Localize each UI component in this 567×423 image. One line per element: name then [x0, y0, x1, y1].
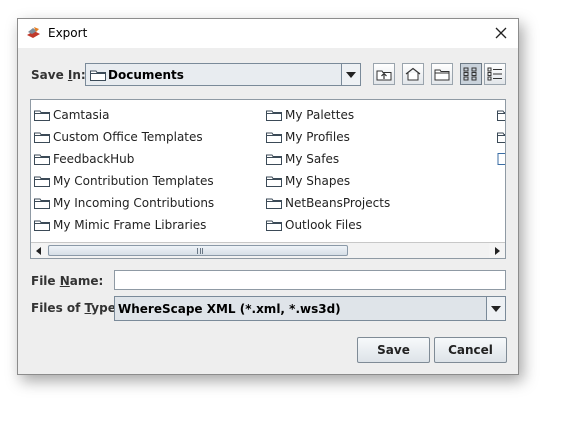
new-folder-button[interactable] [431, 63, 453, 85]
list-item-label: My Palettes [285, 108, 355, 122]
folder-icon [497, 132, 505, 143]
file-column-1: Camtasia Custom Office Templates Feedbac… [33, 104, 214, 236]
list-item-label: My Mimic Frame Libraries [53, 218, 207, 232]
home-icon [405, 67, 421, 81]
list-item[interactable]: My Palettes [265, 104, 390, 126]
java-app-icon [27, 27, 40, 38]
export-dialog: Export Save In: Documents Camtasia Custo… [17, 18, 519, 375]
scrollbar-thumb[interactable] [48, 245, 348, 256]
folder-icon [266, 198, 282, 209]
list-item[interactable]: Camtasia [33, 104, 214, 126]
horizontal-scrollbar[interactable] [31, 242, 505, 258]
file-icon [497, 153, 505, 165]
list-view-button[interactable] [460, 63, 482, 85]
up-one-level-icon [376, 70, 392, 81]
scroll-right-button[interactable] [489, 243, 505, 258]
new-folder-icon [434, 69, 450, 81]
file-column-2: My Palettes My Profiles My Safes My Shap… [265, 104, 390, 236]
cancel-button[interactable]: Cancel [434, 337, 507, 363]
list-item[interactable]: FeedbackHub [33, 148, 214, 170]
list-item-label: Outlook Files [285, 218, 362, 232]
folder-icon [266, 154, 282, 165]
list-item[interactable]: Custom Office Templates [33, 126, 214, 148]
up-one-level-button[interactable] [373, 63, 395, 85]
window-title: Export [48, 26, 88, 40]
file-type-dropdown-arrow[interactable] [486, 297, 505, 320]
folder-icon [266, 132, 282, 143]
save-in-value: Documents [108, 68, 184, 82]
chevron-down-icon [491, 305, 501, 312]
folder-icon [34, 110, 50, 121]
list-item-label: My Safes [285, 152, 340, 166]
folder-icon [266, 220, 282, 231]
folder-icon [34, 176, 50, 187]
list-item[interactable]: My Mimic Frame Libraries [33, 214, 214, 236]
list-item[interactable]: My Incoming Contributions [33, 192, 214, 214]
folder-icon [34, 220, 50, 231]
list-item-label: Custom Office Templates [53, 130, 203, 144]
chevron-down-icon [346, 71, 356, 78]
list-item[interactable]: My Profiles [265, 126, 390, 148]
save-in-dropdown[interactable]: Documents [85, 63, 361, 86]
details-view-icon [487, 67, 502, 81]
list-item-label: My Profiles [285, 130, 350, 144]
file-name-input[interactable] [114, 270, 506, 290]
folder-icon [497, 110, 505, 121]
list-item-label: FeedbackHub [53, 152, 135, 166]
folder-icon [266, 110, 282, 121]
list-item[interactable]: My Safes [265, 148, 390, 170]
folder-icon [266, 176, 282, 187]
close-button[interactable] [490, 22, 512, 44]
arrow-left-icon [36, 246, 41, 255]
details-view-button[interactable] [484, 63, 506, 85]
folder-icon [34, 132, 50, 143]
list-item[interactable]: NetBeansProjects [265, 192, 390, 214]
save-in-label: Save In: [31, 68, 86, 82]
list-item[interactable]: Outlook Files [265, 214, 390, 236]
file-type-label: Files of Type: [31, 301, 121, 315]
scroll-left-button[interactable] [31, 243, 47, 258]
list-item-label: My Contribution Templates [53, 174, 214, 188]
list-view-icon [463, 67, 477, 81]
file-type-value: WhereScape XML (*.xml, *.ws3d) [118, 302, 341, 316]
file-name-label: File Name: [31, 274, 104, 288]
save-in-dropdown-arrow[interactable] [341, 64, 360, 85]
close-icon [495, 27, 507, 39]
list-item[interactable]: My Shapes [265, 170, 390, 192]
list-item-label: My Shapes [285, 174, 351, 188]
save-button[interactable]: Save [357, 337, 430, 363]
folder-icon [90, 70, 106, 81]
list-item-label: NetBeansProjects [285, 196, 391, 210]
list-item-label: My Incoming Contributions [53, 196, 215, 210]
file-list[interactable]: Camtasia Custom Office Templates Feedbac… [30, 99, 506, 259]
file-type-dropdown[interactable]: WhereScape XML (*.xml, *.ws3d) [114, 296, 506, 321]
grip-icon [197, 248, 203, 254]
folder-icon [34, 154, 50, 165]
title-bar: Export [18, 19, 518, 48]
home-button[interactable] [402, 63, 424, 85]
list-item-label: Camtasia [53, 108, 110, 122]
folder-icon [34, 198, 50, 209]
arrow-right-icon [495, 246, 500, 255]
list-item[interactable]: My Contribution Templates [33, 170, 214, 192]
